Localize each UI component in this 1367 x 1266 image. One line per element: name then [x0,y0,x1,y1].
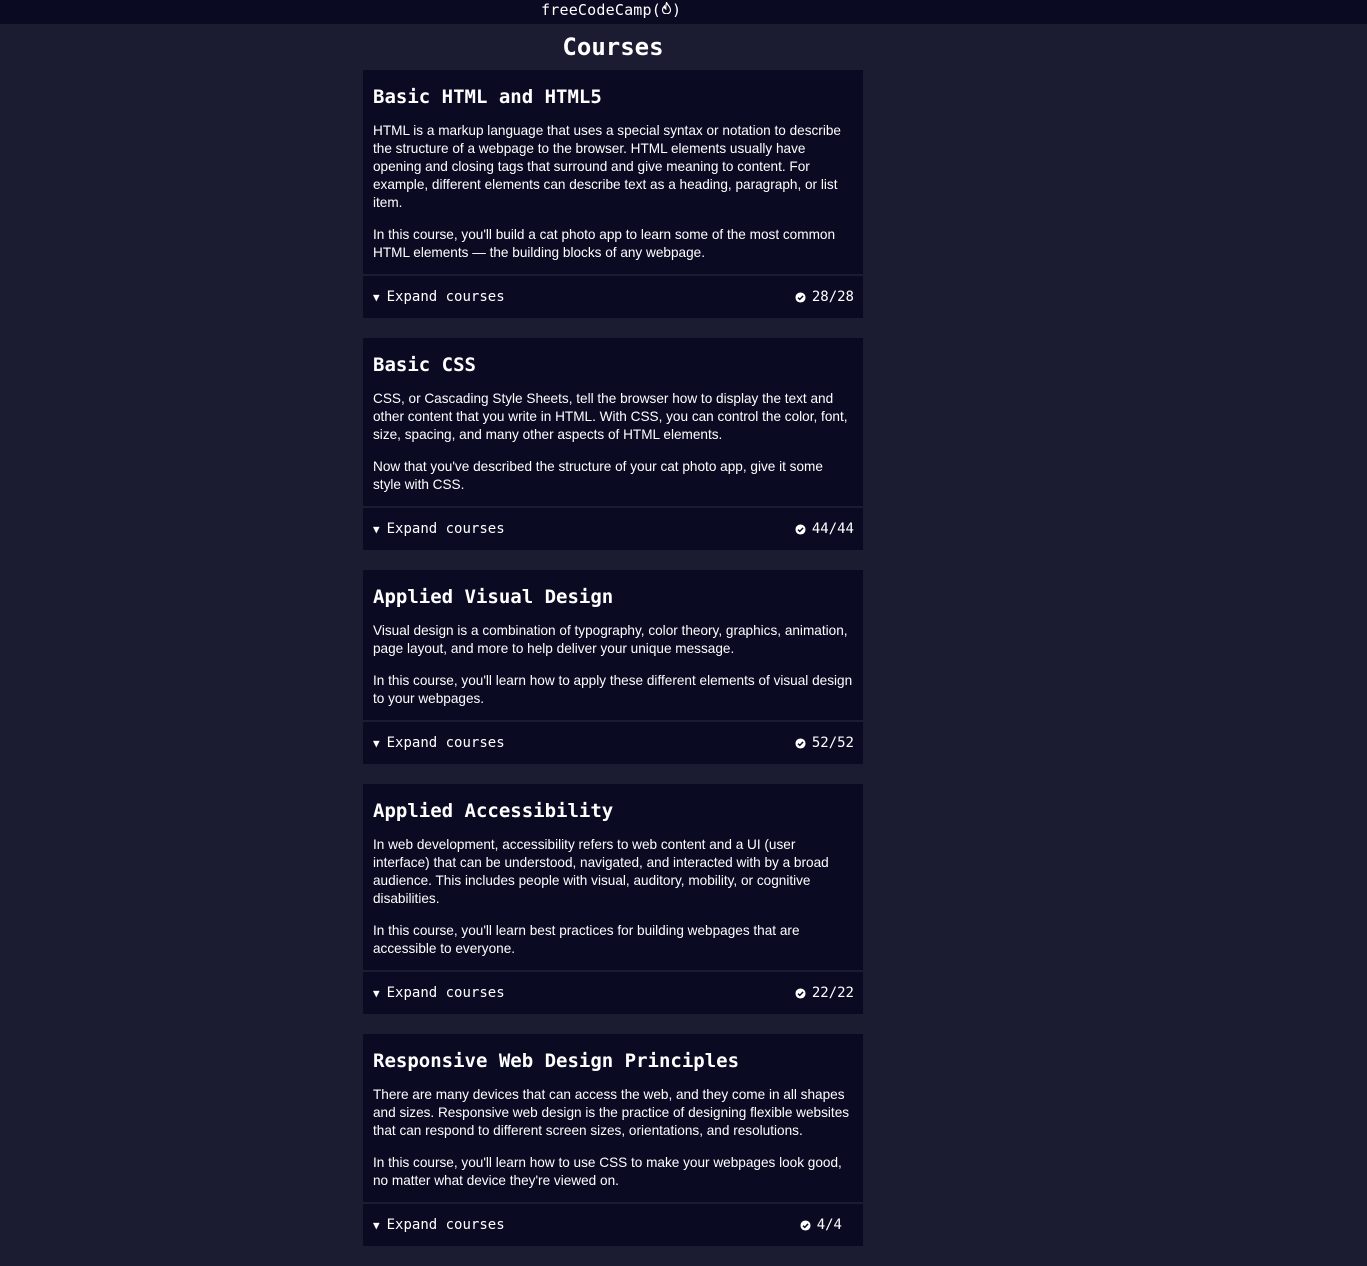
logo-text: freeCodeCamp [541,1,652,19]
progress-indicator: 52/52 [795,735,854,751]
course-card: Basic HTML and HTML5 HTML is a markup la… [363,70,863,318]
progress-count: 44/44 [811,521,854,537]
expand-label: Expand courses [386,1217,505,1233]
course-description: In this course, you'll learn how to use … [373,1155,842,1188]
course-title: Applied Visual Design [373,586,614,608]
logo-open-paren: ( [651,1,662,19]
course-description: There are many devices that can access t… [373,1087,850,1138]
expand-toggle[interactable]: ▼ Expand courses [373,985,505,1001]
expand-courses-button[interactable]: ▼ Expand courses 4/4 [363,1202,863,1246]
check-circle-icon [800,1219,811,1231]
course-card-body: Basic CSS CSS, or Cascading Style Sheets… [363,338,863,506]
caret-down-icon: ▼ [373,522,380,536]
course-card-body: Applied Accessibility In web development… [363,784,863,970]
expand-toggle[interactable]: ▼ Expand courses [373,521,505,537]
expand-toggle[interactable]: ▼ Expand courses [373,735,505,751]
course-title: Basic CSS [373,354,476,376]
expand-courses-button[interactable]: ▼ Expand courses 28/28 [363,274,863,318]
expand-toggle[interactable]: ▼ Expand courses [373,1217,505,1233]
flame-icon [661,0,672,18]
expand-toggle[interactable]: ▼ Expand courses [373,289,505,305]
caret-down-icon: ▼ [373,290,380,304]
expand-courses-button[interactable]: ▼ Expand courses 44/44 [363,506,863,550]
course-description: Now that you've described the structure … [373,459,823,492]
top-navbar: freeCodeCamp() [0,0,1367,24]
progress-count: 22/22 [811,985,854,1001]
expand-label: Expand courses [386,735,505,751]
course-title: Basic HTML and HTML5 [373,86,602,108]
course-card: Basic CSS CSS, or Cascading Style Sheets… [363,338,863,550]
course-card: Applied Visual Design Visual design is a… [363,570,863,764]
page-title: Courses [562,33,664,62]
course-title: Applied Accessibility [373,800,614,822]
progress-indicator: 4/4 [800,1217,842,1233]
check-circle-icon [795,291,806,303]
expand-courses-button[interactable]: ▼ Expand courses 22/22 [363,970,863,1014]
progress-count: 28/28 [811,289,854,305]
course-card-body: Applied Visual Design Visual design is a… [363,570,863,720]
course-description: In this course, you'll build a cat photo… [373,227,836,260]
check-circle-icon [795,737,806,749]
course-description: In web development, accessibility refers… [373,837,829,906]
course-description: In this course, you'll learn best practi… [373,923,800,956]
progress-count: 52/52 [811,735,854,751]
logo-close-paren: ) [672,1,682,19]
check-circle-icon [795,987,806,999]
check-circle-icon [795,523,806,535]
expand-courses-button[interactable]: ▼ Expand courses 52/52 [363,720,863,764]
course-description: Visual design is a combination of typogr… [373,623,848,656]
course-card: Applied Accessibility In web development… [363,784,863,1014]
course-card: Responsive Web Design Principles There a… [363,1034,863,1246]
course-card-body: Basic HTML and HTML5 HTML is a markup la… [363,70,863,274]
course-title: Responsive Web Design Principles [373,1050,740,1072]
expand-label: Expand courses [386,985,505,1001]
progress-count: 4/4 [816,1217,842,1233]
progress-indicator: 22/22 [795,985,854,1001]
course-description: CSS, or Cascading Style Sheets, tell the… [373,391,848,442]
course-description: In this course, you'll learn how to appl… [373,673,853,706]
expand-label: Expand courses [386,289,505,305]
progress-indicator: 28/28 [795,289,854,305]
course-list: Basic HTML and HTML5 HTML is a markup la… [363,70,863,1266]
caret-down-icon: ▼ [373,986,380,1000]
progress-indicator: 44/44 [795,521,854,537]
course-card-body: Responsive Web Design Principles There a… [363,1034,863,1202]
caret-down-icon: ▼ [373,736,380,750]
fcc-logo-link[interactable]: freeCodeCamp() [541,0,682,19]
expand-label: Expand courses [386,521,505,537]
caret-down-icon: ▼ [373,1218,380,1232]
course-description: HTML is a markup language that uses a sp… [373,123,841,210]
